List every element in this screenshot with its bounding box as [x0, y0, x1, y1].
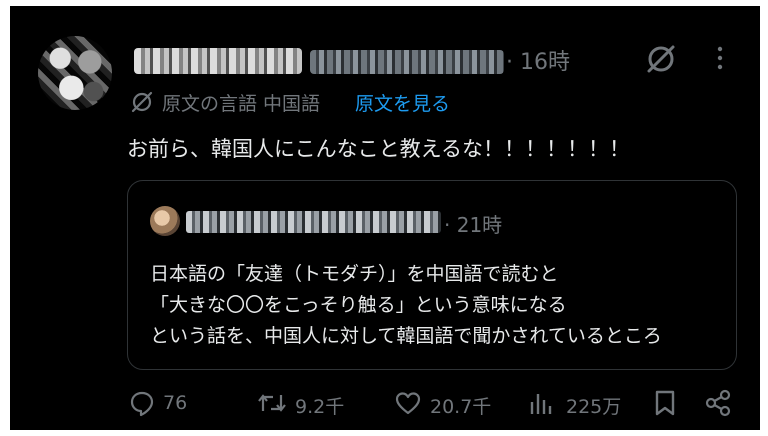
repost-count[interactable]: 9.2千: [295, 392, 344, 419]
quoted-line-1: 日本語の「友達（トモダチ）」を中国語で読むと: [150, 263, 559, 285]
like-icon[interactable]: [394, 390, 422, 416]
views-icon[interactable]: [528, 390, 554, 416]
display-name-blurred[interactable]: [134, 48, 302, 74]
views-count[interactable]: 225万: [566, 392, 621, 419]
more-options-icon[interactable]: [712, 42, 728, 78]
handle-blurred[interactable]: [310, 50, 504, 74]
repost-icon[interactable]: [256, 389, 288, 417]
avatar[interactable]: [38, 36, 112, 110]
post-time[interactable]: · 16時: [506, 44, 570, 76]
quoted-line-2: 「大きな〇〇をこっそり触る」という意味になる: [150, 294, 567, 316]
translate-icon[interactable]: [644, 42, 678, 80]
quoted-avatar: [150, 206, 180, 236]
reply-icon[interactable]: [128, 389, 156, 417]
original-language-label: 原文の言語 中国語: [162, 93, 321, 115]
post-body: お前ら、韓国人にこんなこと教えるな！！！！！！！: [127, 137, 630, 161]
bookmark-icon[interactable]: [653, 389, 677, 417]
quoted-line-3: という話を、中国人に対して韓国語で聞かされているところ: [150, 325, 662, 347]
quoted-name-blurred: [186, 211, 441, 233]
translate-small-icon: [130, 90, 154, 118]
quoted-time: · 21時: [444, 213, 503, 237]
post-card: · 16時 原文の言語 中国語 原文を見る お前ら、韓国人にこんなこと教えるな！…: [10, 6, 760, 430]
like-count[interactable]: 20.7千: [430, 392, 491, 419]
reply-count[interactable]: 76: [163, 392, 187, 414]
show-original-link[interactable]: 原文を見る: [355, 89, 450, 116]
share-icon[interactable]: [704, 389, 732, 417]
